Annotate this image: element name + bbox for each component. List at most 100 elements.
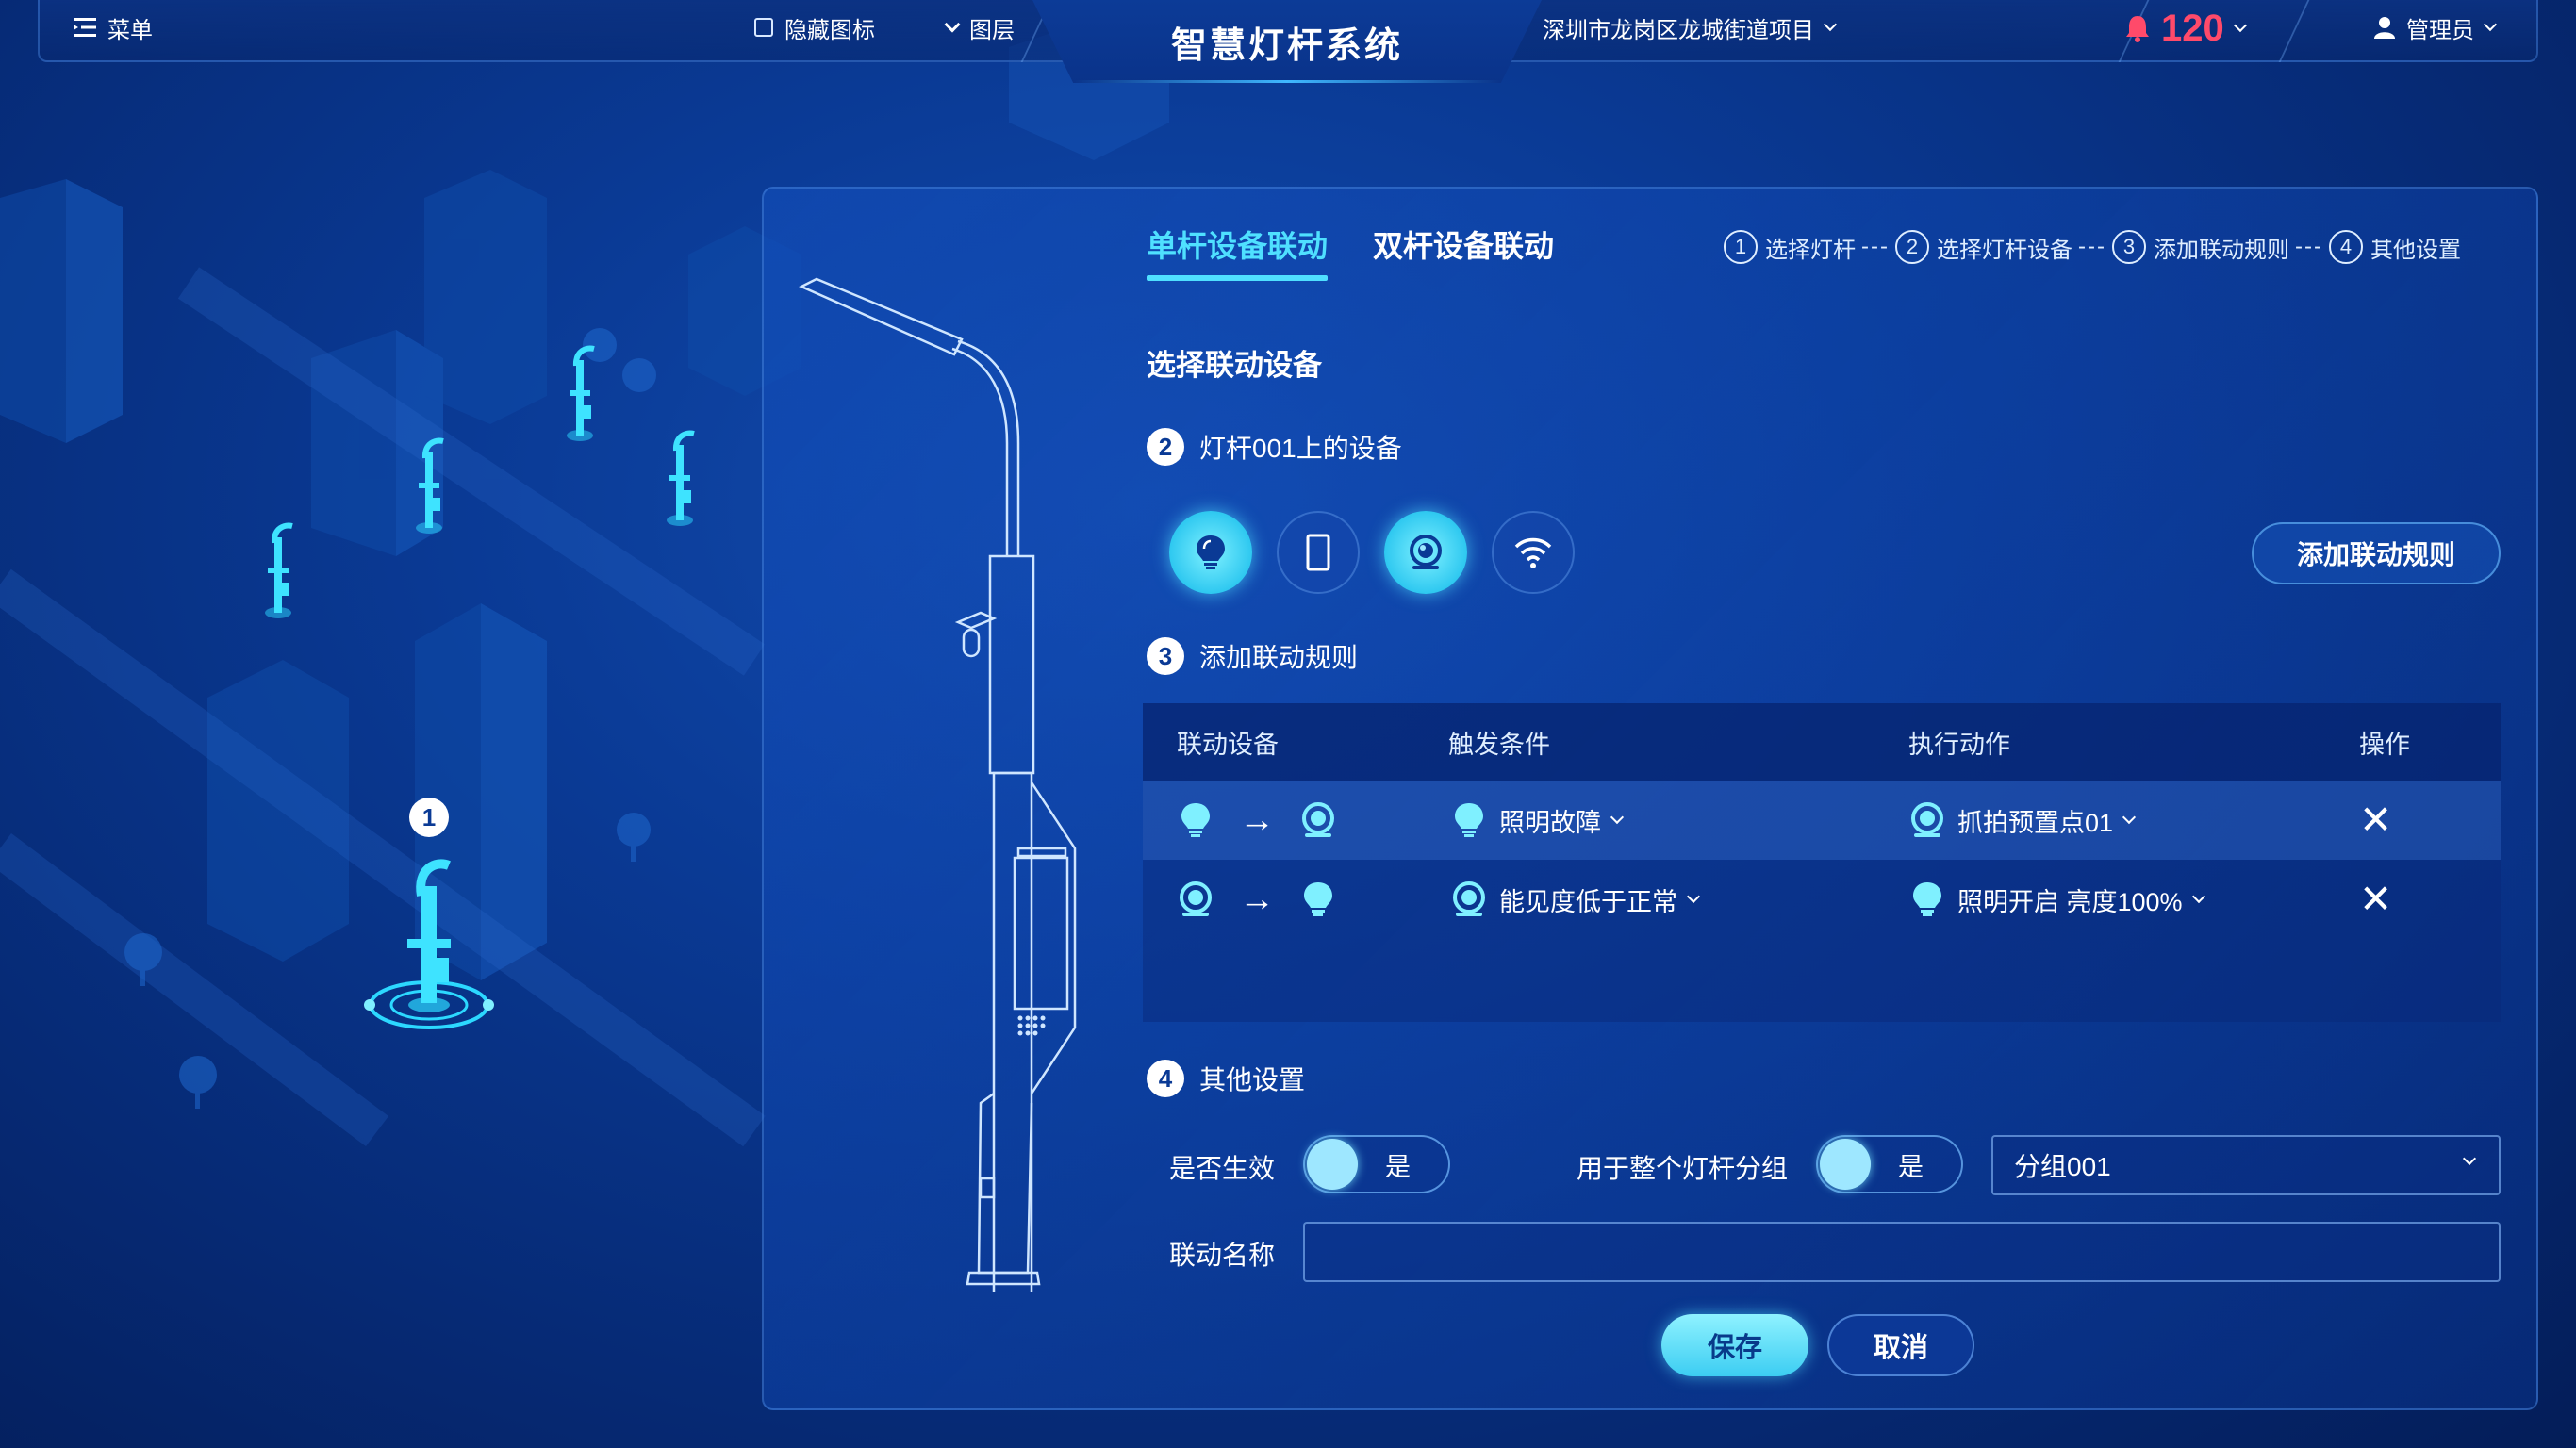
- user-icon: [2374, 17, 2395, 39]
- device-light-button[interactable]: [1169, 511, 1252, 594]
- step-4: 4 其他设置: [2328, 230, 2461, 264]
- tab-double-pole[interactable]: 双杆设备联动: [1373, 222, 1554, 281]
- step-connector: ---: [2077, 234, 2106, 259]
- section-label: 其他设置: [1199, 1065, 1306, 1094]
- section-title: 选择联动设备: [1147, 349, 1322, 382]
- step-2: 2 选择灯杆设备: [1894, 230, 2072, 264]
- group-toggle[interactable]: 是: [1816, 1135, 1963, 1193]
- chevron-down-icon: [1823, 17, 1838, 32]
- linked-devices-cell: →: [1143, 800, 1448, 841]
- bulb-icon: [1913, 882, 1941, 916]
- section-number-badge: 4: [1147, 1060, 1184, 1097]
- step-3: 3 添加联动规则: [2111, 230, 2289, 264]
- hide-icons-checkbox[interactable]: 隐藏图标: [754, 11, 875, 43]
- header-action: 执行动作: [1908, 730, 2010, 759]
- cancel-button[interactable]: 取消: [1827, 1314, 1974, 1376]
- step-1: 1 选择灯杆: [1724, 230, 1856, 264]
- step-label: 其他设置: [2370, 237, 2461, 263]
- title-banner: 智慧灯杆系统: [1032, 0, 1542, 83]
- map-pole-badge: 1: [409, 798, 449, 837]
- bell-icon: [2126, 16, 2149, 42]
- smart-pole-illustration: [799, 277, 1077, 1292]
- table-row[interactable]: → 能见度低于正常 照明开启 亮度100% ✕: [1143, 860, 2501, 939]
- action-value: 照明开启 亮度100%: [1957, 887, 2183, 916]
- map-pole-icon[interactable]: [255, 518, 302, 622]
- group-label: 用于整个灯杆分组: [1577, 1154, 1789, 1183]
- toggle-knob: [1820, 1139, 1871, 1190]
- toggle-value: 是: [1385, 1152, 1411, 1181]
- rules-table: 联动设备 触发条件 执行动作 操作 → 照明故障 抓拍预置点01 ✕ → 能见度…: [1143, 703, 2501, 1022]
- layers-dropdown[interactable]: 图层: [944, 11, 1015, 43]
- arrow-right-icon: →: [1239, 879, 1275, 919]
- section-rules-heading: 3 添加联动规则: [1147, 637, 1358, 675]
- menu-button[interactable]: 菜单: [74, 11, 153, 43]
- arrow-right-icon: →: [1239, 799, 1275, 840]
- trigger-dropdown[interactable]: 能见度低于正常: [1448, 880, 1907, 918]
- bulb-icon: [1304, 882, 1332, 916]
- header-linked-devices: 联动设备: [1177, 730, 1279, 759]
- device-selector: [1169, 511, 1575, 594]
- section-number-badge: 3: [1147, 637, 1184, 675]
- header-operation: 操作: [2359, 730, 2410, 759]
- action-dropdown[interactable]: 照明开启 亮度100%: [1907, 880, 2357, 918]
- linked-devices-cell: →: [1143, 880, 1448, 920]
- camera-icon: [1410, 535, 1442, 569]
- table-row[interactable]: → 照明故障 抓拍预置点01 ✕: [1143, 781, 2501, 860]
- group-select[interactable]: 分组001: [1991, 1135, 2501, 1195]
- header-trigger: 触发条件: [1448, 730, 1550, 759]
- bulb-icon: [1197, 535, 1225, 569]
- camera-icon: [1453, 881, 1485, 916]
- map-pole-icon[interactable]: [656, 426, 703, 530]
- table-header: 联动设备 触发条件 执行动作 操作: [1143, 703, 2501, 781]
- menu-label: 菜单: [107, 17, 153, 43]
- delete-rule-icon[interactable]: ✕: [2359, 880, 2392, 919]
- map-pole-icon[interactable]: [405, 434, 453, 537]
- step-number: 2: [1894, 230, 1929, 264]
- selected-map-pole-icon[interactable]: [358, 848, 500, 1037]
- chevron-down-icon: [2191, 889, 2205, 904]
- section-other-heading: 4 其他设置: [1147, 1060, 1305, 1097]
- device-camera-button[interactable]: [1384, 511, 1467, 594]
- step-connector: ---: [2294, 234, 2323, 259]
- effective-label: 是否生效: [1169, 1154, 1276, 1183]
- toggle-value: 是: [1898, 1152, 1924, 1181]
- trigger-dropdown[interactable]: 照明故障: [1448, 801, 1907, 839]
- chevron-down-icon: [944, 16, 961, 33]
- action-dropdown[interactable]: 抓拍预置点01: [1907, 801, 2357, 839]
- device-screen-button[interactable]: [1277, 511, 1360, 594]
- operation-cell: ✕: [2357, 800, 2501, 840]
- alert-count: 120: [2161, 7, 2224, 49]
- linkage-tabs: 单杆设备联动 双杆设备联动: [1147, 222, 1554, 281]
- step-label: 添加联动规则: [2153, 237, 2289, 263]
- operation-cell: ✕: [2357, 880, 2501, 919]
- add-rule-button[interactable]: 添加联动规则: [2252, 522, 2501, 584]
- wifi-icon: [1514, 537, 1552, 568]
- chevron-down-icon: [2233, 18, 2247, 33]
- tab-single-pole[interactable]: 单杆设备联动: [1147, 222, 1329, 281]
- user-menu[interactable]: 管理员: [2374, 11, 2498, 43]
- section-number-badge: 2: [1147, 428, 1184, 466]
- save-button[interactable]: 保存: [1661, 1314, 1808, 1376]
- hide-icons-label: 隐藏图标: [784, 17, 875, 43]
- screen-icon: [1306, 534, 1330, 571]
- section-label: 添加联动规则: [1199, 643, 1359, 672]
- effective-toggle[interactable]: 是: [1303, 1135, 1450, 1193]
- section-label: 灯杆001上的设备: [1199, 434, 1402, 463]
- bulb-icon: [1181, 803, 1210, 837]
- chevron-down-icon: [2462, 1151, 2477, 1166]
- camera-icon: [1911, 802, 1943, 837]
- step-number: 1: [1724, 230, 1758, 264]
- linkage-name-input[interactable]: [1303, 1222, 2501, 1282]
- toggle-knob: [1307, 1139, 1358, 1190]
- project-dropdown[interactable]: 深圳市龙岗区龙城街道项目: [1543, 11, 1838, 43]
- section-devices-heading: 2 灯杆001上的设备: [1147, 428, 1402, 466]
- device-wifi-button[interactable]: [1492, 511, 1575, 594]
- step-label: 选择灯杆: [1765, 237, 1856, 263]
- layers-label: 图层: [969, 17, 1015, 43]
- alerts-button[interactable]: 120: [2125, 6, 2247, 51]
- action-value: 抓拍预置点01: [1957, 808, 2114, 837]
- chevron-down-icon: [2122, 810, 2137, 825]
- delete-rule-icon[interactable]: ✕: [2359, 800, 2392, 840]
- map-pole-icon[interactable]: [556, 341, 603, 445]
- step-indicator: 1 选择灯杆 --- 2 选择灯杆设备 --- 3 添加联动规则 --- 4 其…: [1724, 230, 2461, 264]
